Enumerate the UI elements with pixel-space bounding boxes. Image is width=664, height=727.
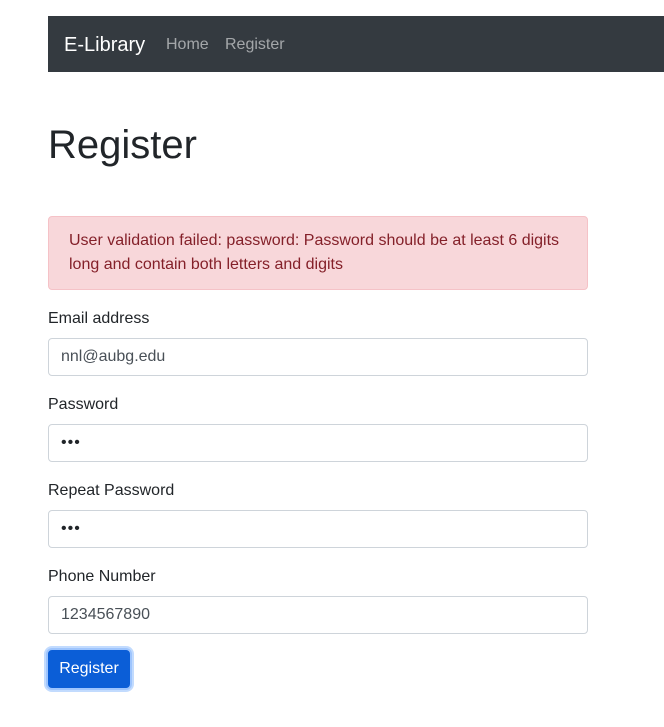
repeat-password-label: Repeat Password	[48, 482, 175, 499]
nav-link-home[interactable]: Home	[166, 34, 209, 56]
error-alert: User validation failed: password: Passwo…	[48, 216, 588, 290]
password-label: Password	[48, 396, 119, 413]
register-button[interactable]: Register	[46, 648, 132, 690]
email-label: Email address	[48, 310, 150, 327]
phone-value: 1234567890	[61, 606, 150, 623]
password-field[interactable]: •••	[48, 424, 588, 462]
navbar-brand[interactable]: E-Library	[64, 31, 145, 59]
page-title: Register	[48, 123, 197, 167]
nav-link-register[interactable]: Register	[225, 34, 285, 56]
email-field[interactable]: nnl@aubg.edu	[48, 338, 588, 376]
repeat-password-field[interactable]: •••	[48, 510, 588, 548]
password-value: •••	[61, 434, 81, 451]
phone-label: Phone Number	[48, 568, 156, 585]
repeat-password-value: •••	[61, 520, 81, 537]
phone-field[interactable]: 1234567890	[48, 596, 588, 634]
alert-message-line-2: long and contain both letters and digits	[69, 256, 343, 273]
email-value: nnl@aubg.edu	[61, 348, 166, 365]
alert-message-line-1: User validation failed: password: Passwo…	[69, 232, 560, 249]
navbar: E-Library Home Register	[48, 16, 664, 72]
